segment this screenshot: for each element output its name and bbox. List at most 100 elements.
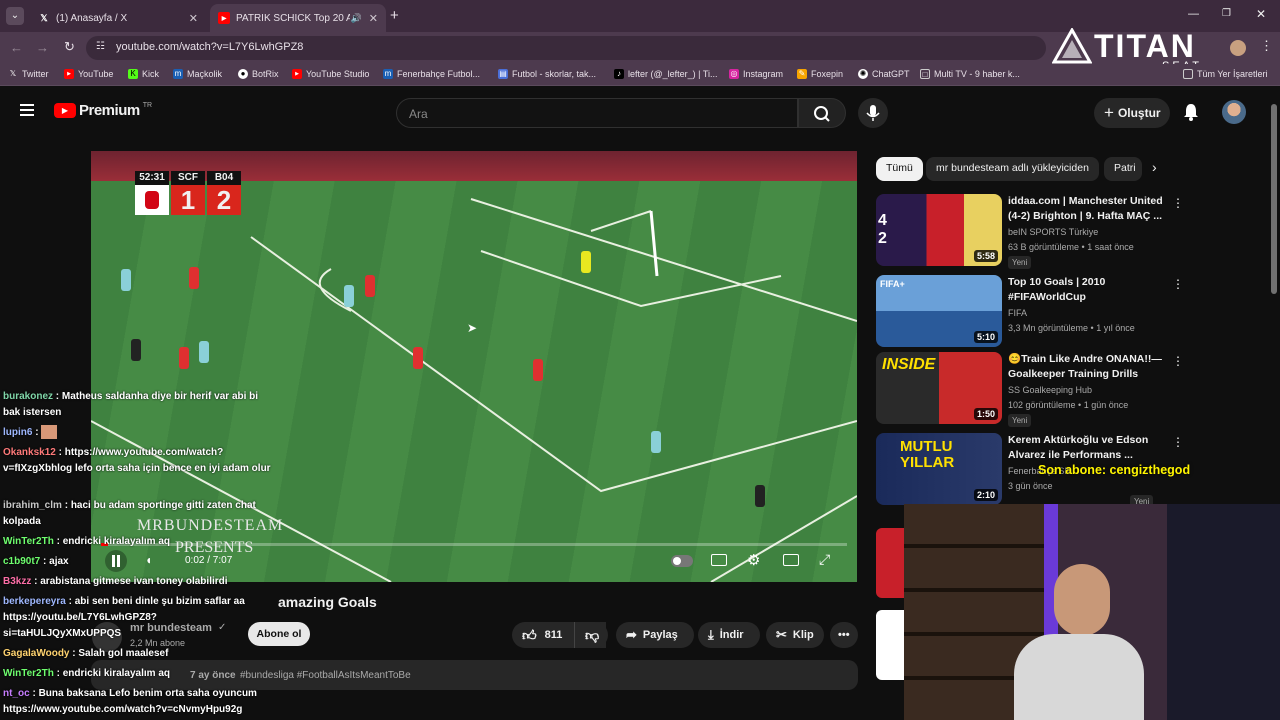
scrollbar-thumb[interactable] xyxy=(1271,104,1277,294)
bookmark-botrix[interactable]: ● BotRix xyxy=(238,69,279,79)
all-bookmarks-folder[interactable]: Tüm Yer İşaretleri xyxy=(1183,69,1268,79)
speaker-icon[interactable]: 🔊 xyxy=(351,13,362,24)
more-vertical-icon[interactable]: ⋮ xyxy=(1172,354,1184,368)
ad-card[interactable] xyxy=(876,528,906,598)
close-window-button[interactable]: ✕ xyxy=(1256,7,1266,21)
bookmark-twitter[interactable]: 𝕏 Twitter xyxy=(8,69,49,79)
bookmark-instagram[interactable]: ◎ Instagram xyxy=(729,69,783,79)
chat-username: GagalaWoody xyxy=(3,648,70,659)
botrix-logo-icon: ● xyxy=(238,69,248,79)
video-thumbnail[interactable]: MUTLU YILLAR 2:10 xyxy=(876,433,1002,505)
recommendation-title[interactable]: Top 10 Goals | 2010 #FIFAWorldCup xyxy=(1008,275,1168,305)
player xyxy=(755,485,765,507)
chat-text: Buna baksana Lefo benim orta saha oyuncu… xyxy=(3,688,257,715)
recommendation-card[interactable]: FIFA+ 5:10 Top 10 Goals | 2010 #FIFAWorl… xyxy=(876,275,1206,349)
share-button[interactable]: ➦ Paylaş xyxy=(616,622,694,648)
tab-twitter[interactable]: 𝕏 (1) Anasayfa / X ✕ xyxy=(30,4,206,32)
recommendation-card[interactable]: 42 5:58 iddaa.com | Manchester United (4… xyxy=(876,194,1206,269)
forward-icon[interactable]: → xyxy=(36,40,49,55)
chat-message: WinTer2Th : endricki kiralayalım aq xyxy=(3,536,171,547)
voice-search-button[interactable] xyxy=(858,98,888,128)
reload-icon[interactable]: ↻ xyxy=(64,39,75,55)
recommendation-title[interactable]: iddaa.com | Manchester United (4-2) Brig… xyxy=(1008,194,1168,224)
close-tab-icon[interactable]: ✕ xyxy=(369,12,378,25)
tiktok-icon: ♪ xyxy=(614,69,624,79)
chip-all[interactable]: Tümü xyxy=(876,157,923,181)
clip-label: Klip xyxy=(792,629,814,641)
hamburger-menu-icon[interactable] xyxy=(20,104,34,116)
recommendation-channel[interactable]: SS Goalkeeping Hub xyxy=(1008,385,1092,395)
notifications-bell-icon[interactable] xyxy=(1182,102,1200,127)
bookmark-multitv[interactable]: □ Multi TV - 9 haber k... xyxy=(920,69,1020,79)
chip-from-uploader[interactable]: mr bundesteam adlı yükleyiciden xyxy=(926,157,1099,181)
recommendation-meta: 102 görüntüleme • 1 gün önce xyxy=(1008,400,1129,410)
chat-username: WinTer2Th xyxy=(3,668,54,679)
video-thumbnail[interactable]: FIFA+ 5:10 xyxy=(876,275,1002,347)
youtube-premium-logo[interactable]: ▶ Premium TR xyxy=(54,102,152,119)
new-tab-button[interactable]: + xyxy=(390,7,399,24)
bookmark-youtube[interactable]: ▶ YouTube xyxy=(64,69,113,79)
maximize-button[interactable]: ❐ xyxy=(1222,8,1231,19)
autoplay-toggle[interactable] xyxy=(671,555,693,567)
recommendation-channel[interactable]: beIN SPORTS Türkiye xyxy=(1008,227,1098,237)
tab-search-dropdown[interactable]: ⌄ xyxy=(6,7,24,25)
bookmark-fenerbahce[interactable]: m Fenerbahçe Futbol... xyxy=(383,69,480,79)
clip-button[interactable]: ✂ Klip xyxy=(766,622,824,648)
profile-avatar[interactable] xyxy=(1230,40,1246,56)
more-vertical-icon[interactable]: ⋮ xyxy=(1172,435,1184,449)
close-tab-icon[interactable]: ✕ xyxy=(189,12,198,25)
player xyxy=(189,267,199,289)
recommendation-card[interactable]: INSIDE 1:50 😊Train Like Andre ONANA!!—Go… xyxy=(876,352,1206,427)
bookmark-foxepin[interactable]: ✎ Foxepin xyxy=(797,69,843,79)
site-info-icon[interactable]: ☷ xyxy=(96,41,105,52)
player xyxy=(413,347,423,369)
club-logo-card[interactable] xyxy=(876,610,906,680)
plus-icon: + xyxy=(1104,103,1114,122)
share-arrow-icon: ➦ xyxy=(626,627,637,642)
tab-label: PATRIK SCHICK Top 20 Ama xyxy=(236,12,350,24)
chat-text: endricki kiralayalım aq xyxy=(62,668,171,679)
player xyxy=(533,359,543,381)
browser-menu-icon[interactable]: ⋮ xyxy=(1260,38,1273,54)
chat-message: WinTer2Th : endricki kiralayalım aq xyxy=(3,668,171,679)
video-duration: 5:10 xyxy=(973,331,998,343)
video-duration: 5:58 xyxy=(973,250,998,262)
minimize-button[interactable]: — xyxy=(1188,8,1199,20)
like-count: 811 xyxy=(544,629,563,641)
more-vertical-icon[interactable]: ⋮ xyxy=(1172,277,1184,291)
bookmark-tiktok[interactable]: ♪ lefter (@_lefter_) | Ti... xyxy=(614,69,718,79)
recommendation-meta: 3,3 Mn görüntüleme • 1 yıl önce xyxy=(1008,323,1135,333)
more-vertical-icon[interactable]: ⋮ xyxy=(1172,196,1184,210)
recommendation-title[interactable]: 😊Train Like Andre ONANA!!—Goalkeeper Tra… xyxy=(1008,352,1168,382)
fullscreen-icon[interactable]: ⤢ xyxy=(819,551,830,568)
recommendation-channel[interactable]: FIFA xyxy=(1008,308,1027,318)
back-icon[interactable]: ← xyxy=(10,40,23,55)
page-scrollbar[interactable] xyxy=(1270,96,1278,720)
bookmark-kick[interactable]: K Kick xyxy=(128,69,159,79)
bookmark-futbol-skorlar[interactable]: ▤ Futbol - skorlar, tak... xyxy=(498,69,596,79)
avatar[interactable] xyxy=(1222,100,1246,124)
bookmark-mackolik[interactable]: m Maçkolik xyxy=(173,69,222,79)
search-input[interactable]: Ara xyxy=(396,98,798,128)
new-badge: Yeni xyxy=(1008,414,1032,427)
chevron-right-icon[interactable]: › xyxy=(1152,159,1157,175)
download-button[interactable]: ⤓ İndir xyxy=(698,622,760,648)
player xyxy=(365,275,375,297)
tab-youtube[interactable]: ▶ PATRIK SCHICK Top 20 Ama 🔊 ✕ xyxy=(210,4,386,32)
video-thumbnail[interactable]: INSIDE 1:50 xyxy=(876,352,1002,424)
search-icon xyxy=(814,106,830,122)
miniplayer-icon[interactable] xyxy=(783,554,799,566)
recommendation-title[interactable]: Kerem Aktürkoğlu ve Edson Alvarez ile Pe… xyxy=(1008,433,1168,463)
bookmark-chatgpt[interactable]: ✺ ChatGPT xyxy=(858,69,910,79)
more-actions-button[interactable]: ••• xyxy=(830,622,858,648)
chip-patrik[interactable]: Patri xyxy=(1104,157,1142,181)
dislike-button[interactable]: 👎︎ xyxy=(574,622,608,648)
video-thumbnail[interactable]: 42 5:58 xyxy=(876,194,1002,266)
create-button[interactable]: + Oluştur xyxy=(1094,98,1170,128)
subtitles-icon[interactable] xyxy=(711,554,727,566)
search-button[interactable] xyxy=(798,98,846,128)
bookmark-youtube-studio[interactable]: ▶ YouTube Studio xyxy=(292,69,369,79)
url-field[interactable]: ☷ youtube.com/watch?v=L7Y6LwhGPZ8 xyxy=(86,36,1046,60)
settings-gear-icon[interactable]: ⚙ xyxy=(747,551,760,569)
youtube-logo-icon: ▶ xyxy=(218,12,230,24)
